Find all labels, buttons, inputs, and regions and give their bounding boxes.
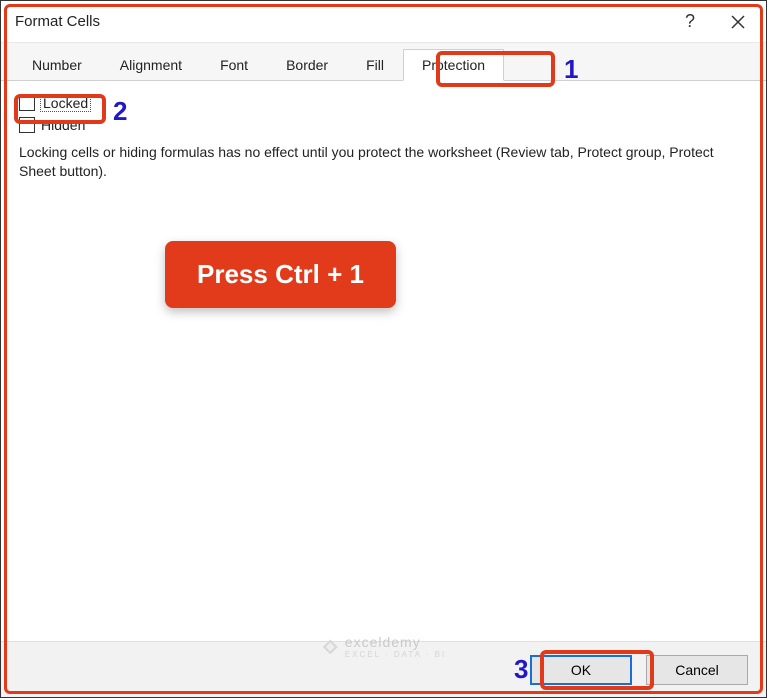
window-title: Format Cells: [15, 13, 666, 30]
tab-alignment[interactable]: Alignment: [101, 49, 201, 80]
ok-button[interactable]: OK: [530, 655, 632, 685]
step-number-3: 3: [514, 654, 528, 685]
cancel-button[interactable]: Cancel: [646, 655, 748, 685]
watermark: exceldemy EXCEL · DATA · BI: [321, 634, 446, 659]
protection-info-text: Locking cells or hiding formulas has no …: [19, 143, 729, 181]
locked-checkbox[interactable]: [19, 95, 35, 111]
close-icon: [731, 15, 745, 29]
watermark-icon: [321, 638, 339, 656]
titlebar: Format Cells ?: [1, 1, 766, 43]
step-number-2: 2: [113, 96, 127, 127]
step-number-1: 1: [564, 54, 578, 85]
protection-panel: Locked Hidden Locking cells or hiding fo…: [1, 81, 766, 629]
hidden-label: Hidden: [41, 117, 85, 133]
tabstrip: Number Alignment Font Border Fill Protec…: [1, 43, 766, 81]
close-button[interactable]: [714, 1, 762, 43]
locked-label: Locked: [41, 95, 90, 111]
watermark-tagline: EXCEL · DATA · BI: [345, 650, 446, 659]
watermark-brand: exceldemy: [345, 634, 421, 650]
help-button[interactable]: ?: [666, 1, 714, 43]
tab-border[interactable]: Border: [267, 49, 347, 80]
hidden-row[interactable]: Hidden: [19, 117, 748, 133]
tab-number[interactable]: Number: [13, 49, 101, 80]
tab-fill[interactable]: Fill: [347, 49, 403, 80]
tab-protection[interactable]: Protection: [403, 49, 504, 81]
hidden-checkbox[interactable]: [19, 117, 35, 133]
watermark-text: exceldemy EXCEL · DATA · BI: [345, 634, 446, 659]
locked-row[interactable]: Locked: [19, 95, 748, 111]
tab-font[interactable]: Font: [201, 49, 267, 80]
shortcut-overlay: Press Ctrl + 1: [165, 241, 396, 308]
